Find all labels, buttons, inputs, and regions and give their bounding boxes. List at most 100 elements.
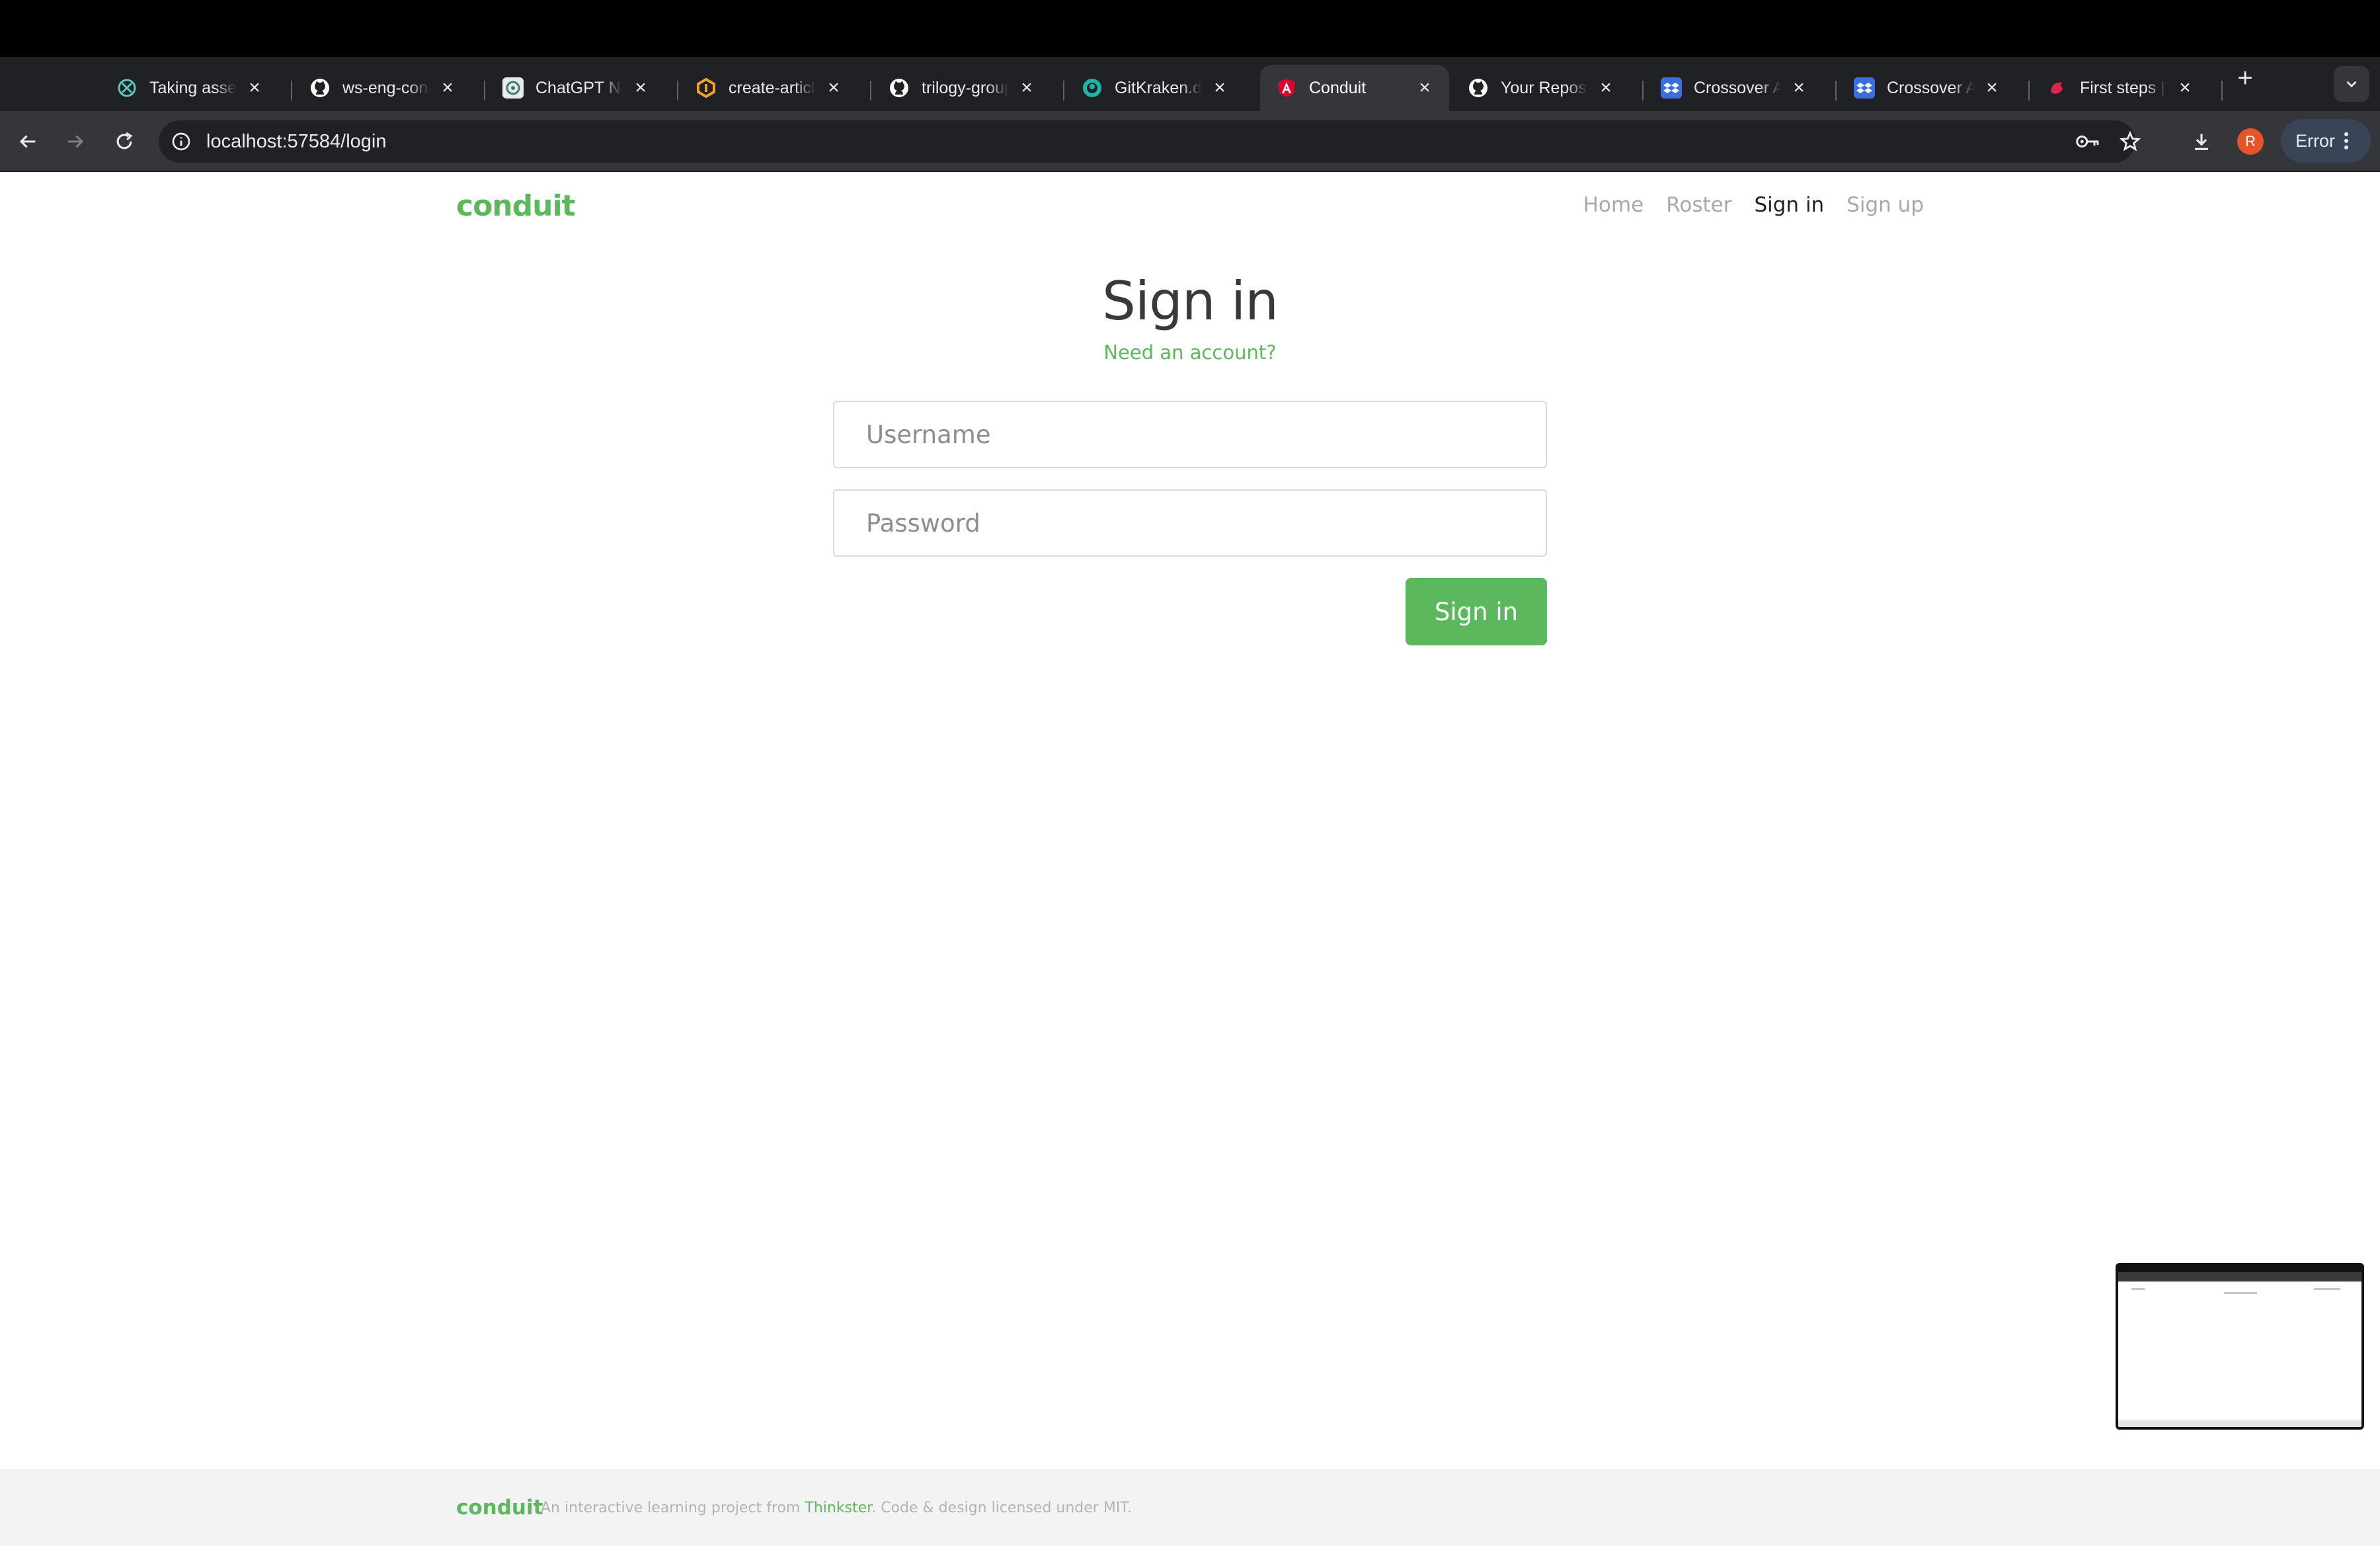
nav-sign-in[interactable]: Sign in [1754,193,1824,217]
tab-divider [1642,81,1644,101]
tab-title: create-article [729,78,816,97]
tab-search-button[interactable] [2334,66,2369,102]
github-icon [889,77,910,99]
close-tab-icon[interactable]: × [245,78,264,98]
username-input[interactable] [833,401,1547,468]
nav-roster[interactable]: Roster [1666,193,1731,217]
arrow-right-icon [67,135,84,148]
github-icon [1468,77,1489,99]
new-tab-button[interactable]: + [2233,65,2257,91]
tab-title: trilogy-group [922,78,1009,97]
close-tab-icon[interactable]: × [1210,78,1230,98]
nestjs-icon [2047,77,2068,99]
angular-icon [1276,77,1297,99]
close-tab-icon[interactable]: × [2175,78,2195,98]
close-tab-icon[interactable]: × [1982,78,2002,98]
address-bar[interactable]: localhost:57584/login [159,120,2141,163]
tab-divider [1063,81,1064,101]
auth-form: Sign in Need an account? Sign in [833,270,1547,645]
footer-text-after: . Code & design licensed under MIT. [871,1500,1132,1516]
os-menu-bar [0,0,2380,57]
main-nav: Home Roster Sign in Sign up [1583,193,1924,217]
tab-trilogy-group[interactable]: trilogy-group × [873,65,1051,111]
tab-crossover-assessment-1[interactable]: Crossover Assessment × [1645,65,1823,111]
tab-title: Your Repositories [1501,78,1588,97]
back-button[interactable] [9,123,46,160]
tab-strip: Taking assessment × ws-eng-conduit × Cha… [0,57,2380,111]
tab-divider [291,81,292,101]
tab-title: ws-eng-conduit [342,78,430,97]
tab-divider [870,81,871,101]
chevron-down-icon [2346,81,2357,88]
kebab-menu-icon [2344,132,2348,149]
tab-conduit[interactable]: Conduit × [1260,65,1449,111]
footer-text-before: An interactive learning project from [541,1500,805,1516]
nav-home[interactable]: Home [1583,193,1644,217]
downloads-button[interactable] [2183,123,2220,160]
thumbnail-footer [2118,1420,2361,1427]
tab-first-steps-nestjs[interactable]: First steps | NestJS × [2031,65,2209,111]
close-tab-icon[interactable]: × [1789,78,1809,98]
screenshot-thumbnail[interactable] [2116,1263,2364,1430]
tab-title: GitKraken.dev [1115,78,1202,97]
tab-title: Conduit [1309,78,1367,97]
thumbnail-browser-bar [2118,1272,2361,1282]
page-footer: conduit An interactive learning project … [0,1469,2380,1546]
arrow-left-icon [19,135,36,148]
nav-sign-up[interactable]: Sign up [1846,193,1924,217]
need-account-link[interactable]: Need an account? [833,341,1547,364]
tab-title: Crossover Assessment [1887,78,1974,97]
tab-crossover-assessment-2[interactable]: Crossover Assessment × [1838,65,2016,111]
crossover-icon [116,77,138,99]
profile-avatar[interactable]: R [2237,128,2264,155]
forward-button[interactable] [57,123,94,160]
reload-button[interactable] [106,123,143,160]
download-icon [2195,134,2208,150]
thumbnail-line [2131,1288,2145,1290]
thinkster-link[interactable]: Thinkster [805,1500,871,1516]
tab-divider [484,81,485,101]
conduit-logo-link[interactable]: conduit [456,189,576,223]
footer-logo-link[interactable]: conduit [456,1496,543,1520]
close-tab-icon[interactable]: × [631,78,651,98]
dropbox-icon [1661,77,1682,99]
error-label: Error [2295,130,2335,151]
tab-ws-eng-conduit[interactable]: ws-eng-conduit × [294,65,472,111]
dropbox-icon [1854,77,1875,99]
address-text: localhost:57584/login [206,130,387,152]
thumbnail-os-bar [2118,1266,2361,1272]
close-tab-icon[interactable]: × [438,78,457,98]
tab-gitkraken-dev[interactable]: GitKraken.dev × [1066,65,1244,111]
tab-divider [677,81,678,101]
tab-taking-assessment[interactable]: Taking assessment × [100,65,279,111]
reload-icon [116,132,133,149]
tab-create-article[interactable]: create-article × [680,65,858,111]
browser-toolbar: localhost:57584/login [0,111,2380,172]
chatgpt-icon [502,77,524,99]
tab-divider [2028,81,2030,101]
tab-title: First steps | NestJS [2080,78,2167,97]
footer-attribution: An interactive learning project from Thi… [541,1500,1132,1516]
browser-error-button[interactable]: Error [2281,119,2371,163]
thumbnail-line [2314,1288,2340,1290]
password-input[interactable] [833,489,1547,557]
tab-title: Crossover Assessment [1694,78,1781,97]
tab-divider [2221,81,2223,101]
close-tab-icon[interactable]: × [1415,78,1435,98]
gitkraken-icon [1082,77,1103,99]
page-title: Sign in [1102,270,1279,332]
site-info-icon[interactable] [168,128,194,155]
bookmark-star-icon[interactable] [2112,127,2149,156]
password-key-icon[interactable] [2069,127,2106,156]
sign-in-button[interactable]: Sign in [1406,578,1547,645]
close-tab-icon[interactable]: × [824,78,844,98]
close-tab-icon[interactable]: × [1596,78,1616,98]
tab-title: ChatGPT Next [536,78,623,97]
tab-chatgpt-next[interactable]: ChatGPT Next × [487,65,665,111]
page-viewport: conduit Home Roster Sign in Sign up Sign… [0,173,2380,1546]
tab-your-repositories[interactable]: Your Repositories × [1452,65,1630,111]
github-icon [309,77,331,99]
close-tab-icon[interactable]: × [1017,78,1037,98]
tab-divider [1835,81,1837,101]
tab-title: Taking assessment [149,78,237,97]
